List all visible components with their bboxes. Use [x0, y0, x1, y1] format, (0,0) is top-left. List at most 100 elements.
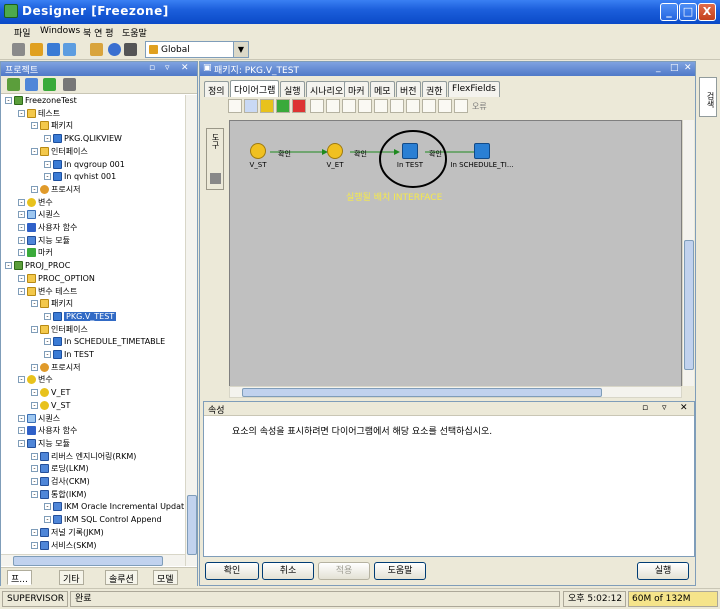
- expand-icon[interactable]: -: [44, 160, 51, 168]
- chevron-down-icon[interactable]: ▼: [233, 42, 248, 57]
- tab-execution[interactable]: 실행: [280, 81, 305, 97]
- tree-node[interactable]: - V_ET: [31, 387, 70, 399]
- expand-icon[interactable]: -: [18, 287, 25, 295]
- insert-marker-icon[interactable]: [43, 78, 56, 91]
- tree-node[interactable]: - V_ST: [31, 400, 70, 412]
- expand-icon[interactable]: -: [31, 147, 38, 155]
- search-icon[interactable]: [124, 43, 137, 56]
- expand-icon[interactable]: -: [31, 300, 38, 308]
- tab-memo[interactable]: 메모: [370, 81, 395, 97]
- tab-privileges[interactable]: 권한: [422, 81, 447, 97]
- tree-node[interactable]: - PROC_OPTION: [18, 273, 95, 285]
- operator-icon[interactable]: [30, 43, 43, 56]
- expand-icon[interactable]: -: [31, 363, 38, 371]
- close-editor-icon[interactable]: ✕: [684, 63, 692, 73]
- expand-icon[interactable]: -: [44, 516, 51, 524]
- tree-node[interactable]: - In qvhist 001: [44, 171, 116, 183]
- expand-icon[interactable]: -: [18, 414, 25, 422]
- duplicate-icon[interactable]: [342, 99, 356, 113]
- tree-node[interactable]: - 지능 모듈: [18, 235, 70, 247]
- tree-node[interactable]: - 프로시저: [31, 184, 80, 196]
- designer-icon[interactable]: [47, 43, 60, 56]
- help-button[interactable]: 도움말: [374, 562, 426, 580]
- close-panel-icon[interactable]: ✕: [181, 63, 189, 73]
- toolbox-icon[interactable]: [210, 173, 221, 184]
- restore-icon[interactable]: ▫: [642, 403, 648, 413]
- expand-icon[interactable]: -: [44, 351, 51, 358]
- align-icon[interactable]: [406, 99, 420, 113]
- tree-horizontal-scrollbar[interactable]: [1, 554, 185, 566]
- tab-marker[interactable]: 마커: [344, 81, 369, 97]
- errors-label[interactable]: 오류: [472, 101, 487, 112]
- tree-node[interactable]: - In TEST: [44, 349, 94, 361]
- tree-node[interactable]: - 지능 모듈: [18, 438, 70, 450]
- expand-icon[interactable]: -: [31, 401, 38, 409]
- ok-text-icon[interactable]: [310, 99, 324, 113]
- tree-node[interactable]: - 시퀀스: [18, 209, 60, 221]
- tree-node[interactable]: - 리버스 엔지니어링(RKM): [31, 451, 136, 463]
- scroll-thumb[interactable]: [242, 388, 602, 397]
- pin-icon[interactable]: ▿: [165, 63, 170, 73]
- expand-icon[interactable]: -: [31, 528, 38, 536]
- tree-node[interactable]: - 검사(CKM): [31, 476, 90, 488]
- step-in-schedule[interactable]: In SCHEDULE_TI...: [444, 143, 520, 170]
- tree-node[interactable]: - 인터페이스: [31, 146, 88, 158]
- expand-icon[interactable]: -: [31, 478, 38, 485]
- tab-diagram[interactable]: 다이어그램: [230, 80, 280, 97]
- expand-icon[interactable]: -: [5, 97, 12, 104]
- tree-vertical-scrollbar[interactable]: [185, 95, 197, 566]
- tab-others[interactable]: 기타: [59, 570, 84, 585]
- maximize-button[interactable]: □: [679, 3, 697, 21]
- expand-icon[interactable]: -: [31, 490, 38, 498]
- tab-scenario[interactable]: 시나리오: [306, 81, 348, 97]
- tree-node[interactable]: - IKM Oracle Incremental Updat: [44, 501, 184, 513]
- step-v-st[interactable]: V_ST: [244, 143, 272, 170]
- tree-node[interactable]: - 인터페이스: [31, 324, 88, 336]
- tab-models[interactable]: 모델: [153, 570, 178, 585]
- tree-node[interactable]: - IKM SQL Control Append: [44, 514, 162, 526]
- layout-icon[interactable]: [374, 99, 388, 113]
- expand-icon[interactable]: -: [31, 465, 38, 473]
- tree-node[interactable]: - 로딩(LKM): [31, 463, 89, 475]
- tab-flexfields[interactable]: FlexFields: [448, 81, 500, 97]
- close-button[interactable]: X: [698, 3, 716, 21]
- pin-icon[interactable]: ▿: [662, 403, 667, 413]
- select-icon[interactable]: [228, 99, 242, 113]
- tree-node[interactable]: - In SCHEDULE_TIMETABLE: [44, 336, 165, 348]
- expand-icon[interactable]: -: [18, 249, 25, 257]
- tree-node[interactable]: - PROJ_PROC: [5, 260, 70, 272]
- tree-node[interactable]: - 패키지: [31, 120, 73, 132]
- maximize-editor-icon[interactable]: □: [670, 63, 679, 73]
- tree-node[interactable]: - 저널 기록(JKM): [31, 527, 104, 539]
- menu-extra[interactable]: 북 연 평: [83, 26, 114, 39]
- tab-version[interactable]: 버전: [396, 81, 421, 97]
- expand-icon[interactable]: -: [31, 452, 38, 460]
- tree-node[interactable]: - FreezoneTest: [5, 95, 77, 107]
- delete-icon[interactable]: [63, 78, 76, 91]
- expand-icon[interactable]: -: [18, 224, 25, 231]
- tree-node[interactable]: - PKG.QLIKVIEW: [44, 133, 122, 145]
- tree-node[interactable]: - 변수: [18, 374, 53, 386]
- tree-node[interactable]: - PKG.V_TEST: [44, 311, 117, 323]
- tree-node[interactable]: - 프로시저: [31, 362, 80, 374]
- topology-icon[interactable]: [63, 43, 76, 56]
- connect-icon[interactable]: [12, 43, 25, 56]
- canvas-horizontal-scrollbar[interactable]: [229, 386, 682, 398]
- tool-palette[interactable]: 도구: [206, 128, 224, 190]
- help-icon[interactable]: [108, 43, 121, 56]
- expand-icon[interactable]: -: [44, 338, 51, 346]
- tab-solutions[interactable]: 솔루션: [105, 570, 138, 585]
- tools-icon[interactable]: [260, 99, 274, 113]
- step-v-et[interactable]: V_ET: [320, 143, 350, 170]
- scroll-thumb[interactable]: [187, 495, 197, 555]
- tree-node[interactable]: - 패키지: [31, 298, 73, 310]
- canvas-vertical-scrollbar[interactable]: [682, 120, 694, 386]
- tree-node[interactable]: - 시퀀스: [18, 413, 60, 425]
- scroll-thumb[interactable]: [684, 240, 694, 370]
- tree-node[interactable]: - 변수 테스트: [18, 286, 77, 298]
- menu-help[interactable]: 도움말: [122, 26, 147, 39]
- tab-definition[interactable]: 정의: [204, 81, 229, 97]
- settings-icon[interactable]: [90, 43, 103, 56]
- expand-icon[interactable]: -: [18, 427, 25, 435]
- tree-node[interactable]: - 사용자 함수: [18, 222, 77, 234]
